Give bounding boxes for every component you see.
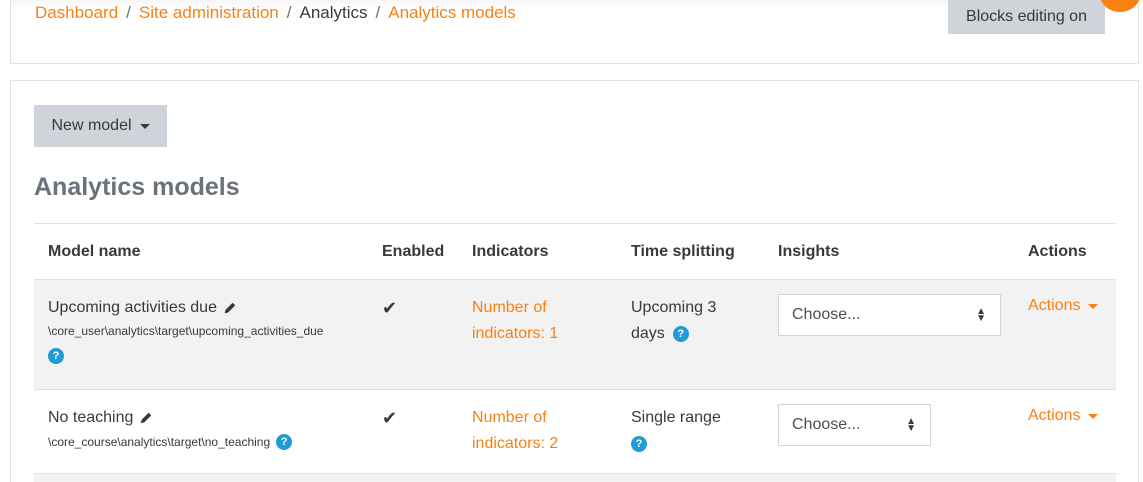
select-arrows-icon: ▲ ▼ (906, 416, 916, 434)
indicators-line-2: indicators: 2 (472, 435, 559, 452)
caret-down-icon (1088, 303, 1099, 309)
actions-menu[interactable]: Actions (1028, 407, 1099, 425)
indicators-link[interactable]: Number of indicators: 2 (472, 405, 558, 457)
actions-label: Actions (1028, 297, 1081, 314)
time-splitting-cell: Single range ? (631, 405, 721, 457)
question-circle-icon[interactable]: ? (276, 434, 293, 450)
header-insights: Insights (778, 243, 840, 260)
time-splitting-line-1: Single range (631, 409, 721, 426)
model-name: No teaching (48, 409, 134, 426)
table-row: Upcoming activities due \core_user\analy… (34, 279, 1116, 389)
table-header: Model name Enabled Indicators Time split… (34, 223, 1116, 279)
breadcrumb-analytics: Analytics (299, 3, 368, 22)
indicators-link[interactable]: Number of indicators: 1 (472, 295, 558, 347)
select-arrows-icon: ▲ ▼ (976, 306, 986, 324)
breadcrumb-site-administration[interactable]: Site administration (139, 3, 279, 22)
pencil-icon[interactable] (139, 411, 153, 425)
table-row: No teaching \core_course\analytics\targe… (34, 389, 1116, 473)
table-row (34, 473, 1116, 482)
blocks-editing-button[interactable]: Blocks editing on (948, 0, 1105, 34)
breadcrumb-analytics-models[interactable]: Analytics models (388, 3, 516, 22)
page-title: Analytics models (34, 173, 240, 201)
header-time-splitting: Time splitting (631, 243, 735, 260)
models-table: Model name Enabled Indicators Time split… (34, 223, 1116, 482)
model-target-path: \core_course\analytics\target\no_teachin… (48, 435, 271, 449)
new-model-label: New model (51, 117, 132, 134)
breadcrumb-separator: / (375, 3, 381, 22)
insights-select[interactable]: Choose... ▲ ▼ (778, 404, 931, 446)
breadcrumb-dashboard[interactable]: Dashboard (35, 3, 118, 22)
actions-label: Actions (1028, 407, 1081, 424)
insights-select[interactable]: Choose... ▲ ▼ (778, 294, 1001, 336)
breadcrumb-separator: / (286, 3, 292, 22)
model-name-cell: No teaching \core_course\analytics\targe… (48, 407, 293, 450)
indicators-line-1: Number of (472, 299, 547, 316)
indicators-line-1: Number of (472, 409, 547, 426)
caret-down-icon (139, 123, 150, 129)
model-target-path: \core_user\analytics\target\upcoming_act… (48, 324, 324, 338)
breadcrumb-separator: / (126, 3, 131, 22)
model-name: Upcoming activities due (48, 299, 217, 316)
breadcrumb: Dashboard / Site administration / Analytics /… (35, 3, 516, 23)
new-model-button[interactable]: New model (34, 105, 167, 147)
check-icon: ✔ (382, 298, 398, 318)
header-model-name: Model name (48, 243, 141, 260)
question-circle-icon[interactable]: ? (48, 348, 64, 364)
time-splitting-cell: Upcoming 3 days ? (631, 295, 716, 347)
insights-select-value: Choose... (792, 416, 861, 433)
question-circle-icon[interactable]: ? (631, 436, 647, 452)
insights-select-value: Choose... (792, 306, 861, 323)
actions-menu[interactable]: Actions (1028, 297, 1099, 315)
header-indicators: Indicators (472, 243, 549, 260)
time-splitting-line-1: Upcoming 3 (631, 299, 717, 316)
pencil-icon[interactable] (223, 301, 237, 315)
main-content: New model Analytics models Model name En… (10, 80, 1139, 482)
header-actions: Actions (1028, 243, 1087, 260)
model-name-cell: Upcoming activities due \core_user\analy… (48, 297, 323, 364)
header-enabled: Enabled (382, 243, 445, 260)
indicators-line-2: indicators: 1 (472, 325, 559, 342)
time-splitting-line-2: days (631, 325, 665, 342)
question-circle-icon[interactable]: ? (672, 326, 689, 342)
check-icon: ✔ (382, 408, 398, 428)
caret-down-icon (1088, 413, 1099, 419)
